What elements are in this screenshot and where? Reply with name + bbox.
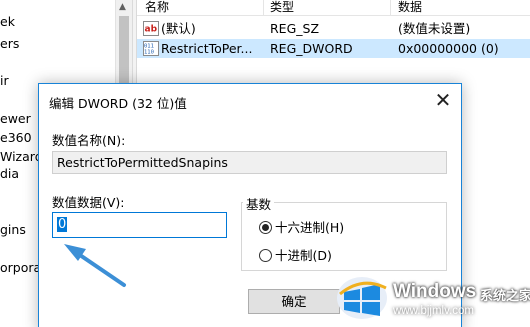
base-group-title: 基数	[243, 194, 275, 213]
dword-value-icon: 011 110	[143, 41, 159, 56]
tree-item[interactable]: e360	[0, 130, 32, 145]
column-header-data[interactable]: 数据	[398, 0, 422, 14]
list-header: 名称 类型 数据	[137, 0, 530, 16]
list-row[interactable]: ab (默认) REG_SZ (数值未设置)	[137, 19, 530, 38]
value-type: REG_SZ	[270, 21, 320, 36]
value-name-field: RestrictToPermittedSnapins	[52, 151, 447, 174]
dialog-title: 编辑 DWORD (32 位)值	[49, 96, 187, 111]
value-data: (数值未设置)	[398, 21, 471, 36]
scroll-up-arrow-icon[interactable]: ▲	[119, 2, 126, 12]
tree-item[interactable]: ek	[0, 14, 15, 29]
radio-decimal[interactable]: 十进制(D)	[259, 245, 332, 264]
value-data-input[interactable]: 0	[52, 212, 227, 238]
windows-logo-icon	[337, 277, 387, 319]
tree-item[interactable]: ir	[0, 73, 9, 88]
radio-checked-icon[interactable]	[259, 221, 272, 234]
radio-dec-label: 十进制(D)	[275, 248, 332, 263]
tree-item[interactable]: gins	[0, 222, 26, 237]
column-header-type[interactable]: 类型	[270, 0, 294, 14]
value-data: 0x00000000 (0)	[398, 41, 499, 56]
list-row-selected[interactable]: 011 110 RestrictToPer... REG_DWORD 0x000…	[137, 39, 530, 58]
svg-text:ab: ab	[145, 25, 158, 35]
close-icon[interactable]: ✕	[429, 88, 457, 112]
tree-item[interactable]: dia	[0, 166, 19, 181]
value-data-text: 0	[57, 217, 68, 232]
column-divider[interactable]	[390, 0, 391, 16]
radio-unchecked-icon[interactable]	[259, 249, 272, 262]
watermark-brand: Windows	[393, 281, 477, 302]
watermark-subtitle: 系统之家	[480, 289, 530, 304]
tree-item[interactable]: orpora	[0, 260, 41, 275]
value-data-label: 数值数据(V):	[52, 195, 125, 210]
value-name: RestrictToPer...	[161, 41, 253, 56]
tree-item[interactable]: ewer	[0, 111, 31, 126]
value-type: REG_DWORD	[270, 41, 353, 56]
column-divider[interactable]	[263, 0, 264, 16]
ok-button[interactable]: 确定	[248, 289, 340, 314]
value-name: (默认)	[161, 21, 196, 36]
radio-hex-label: 十六进制(H)	[275, 220, 345, 235]
value-name-label: 数值名称(N):	[52, 133, 126, 148]
svg-text:110: 110	[144, 50, 154, 56]
radio-hexadecimal[interactable]: 十六进制(H)	[259, 217, 344, 236]
tree-item[interactable]: ers	[0, 36, 19, 51]
tree-item[interactable]: Wizard	[0, 149, 43, 164]
string-value-icon: ab	[143, 21, 159, 36]
column-header-name[interactable]: 名称	[145, 0, 169, 14]
watermark-url: www.bjjmlv.com	[393, 305, 474, 317]
